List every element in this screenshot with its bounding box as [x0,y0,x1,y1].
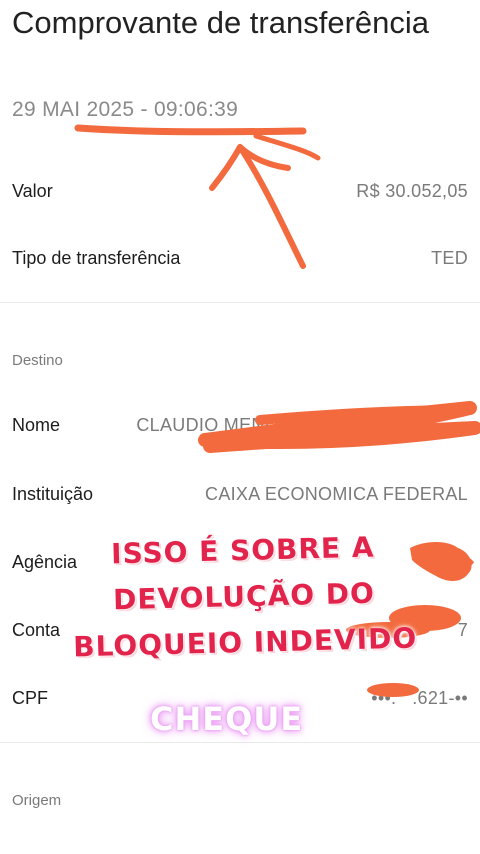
nome-row: Nome CLAUDIO MEND [12,411,468,439]
section-divider [0,742,480,743]
instituicao-label: Instituição [12,483,94,504]
origem-section-title: Origem [12,792,62,809]
valor-value: R$ 30.052,05 [356,180,468,201]
overlay-caption: ISSO É SOBRE A DEVOLUÇÃO DO BLOQUEIO IND… [42,523,445,671]
transfer-receipt-screen: Comprovante de transferência 29 MAI 2025… [0,0,480,854]
valor-label: Valor [12,180,53,201]
tipo-transferencia-label: Tipo de transferência [12,247,181,268]
instituicao-value: CAIXA ECONOMICA FEDERAL [205,483,468,504]
underline-stroke [74,124,307,136]
cheque-sticker: CHEQUE [150,700,304,738]
caption-line: BLOQUEIO INDEVIDO [72,621,418,664]
nome-value: CLAUDIO MEND [136,414,278,435]
page-title: Comprovante de transferência [12,5,430,40]
conta-value: 7 [457,619,468,640]
instituicao-row: Instituição CAIXA ECONOMICA FEDERAL [12,480,468,508]
tipo-transferencia-value: TED [431,247,468,268]
tipo-transferencia-row: Tipo de transferência TED [12,244,468,272]
cpf-value: •••. .621-•• [371,687,468,708]
transfer-datetime: 29 MAI 2025 - 09:06:39 [12,98,239,121]
nome-label: Nome [12,414,61,435]
underline-flourish [253,133,321,161]
valor-row: Valor R$ 30.052,05 [12,177,468,205]
cpf-label: CPF [12,687,48,708]
destino-section-title: Destino [12,352,63,369]
section-divider [0,302,480,303]
